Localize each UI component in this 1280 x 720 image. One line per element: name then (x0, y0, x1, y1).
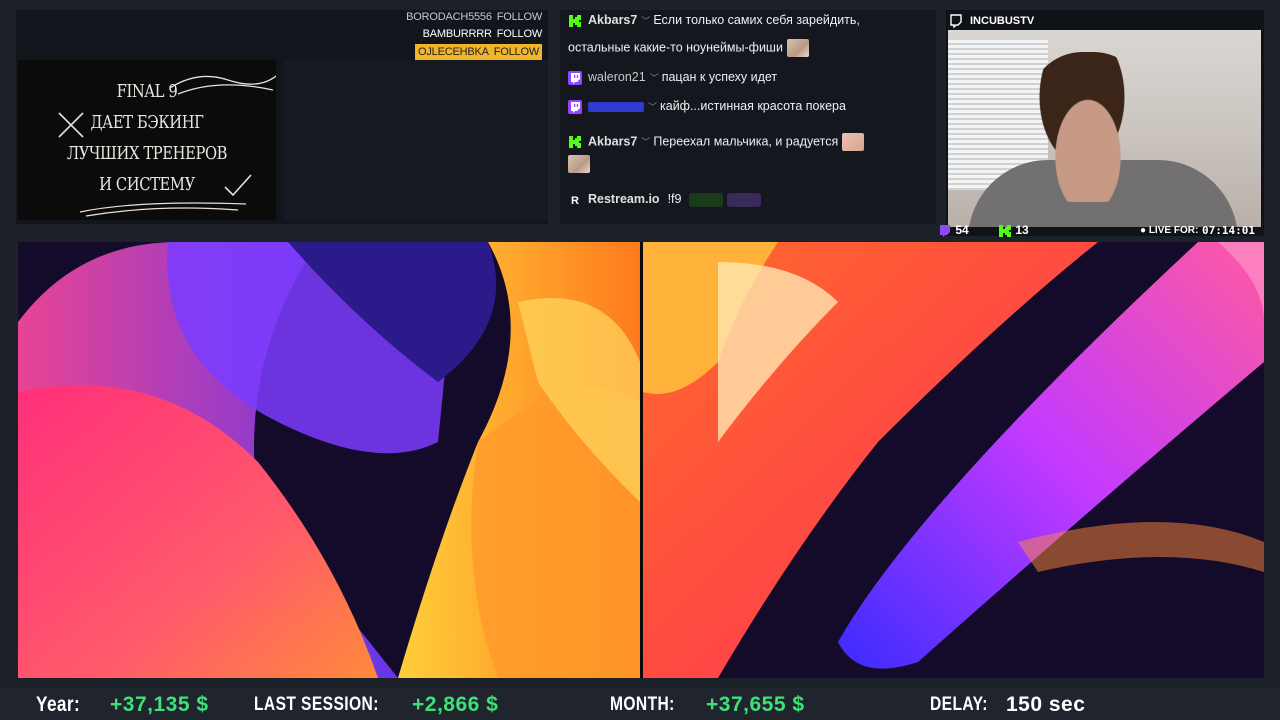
main-scene-artwork (18, 242, 1264, 678)
viewer-stats: 54 13 ● LIVE FOR: 07:14:01 (940, 223, 1264, 242)
kick-link-icon (688, 192, 723, 207)
stats-bar: Year: +37,135 $ LAST SESSION: +2,866 $ M… (0, 688, 1280, 720)
empty-overlay-box (284, 60, 548, 220)
month-label: MONTH: (610, 694, 675, 715)
chat-message: ﹀ кайф...истинная красота покера (568, 98, 846, 116)
promo-line: И СИСТЕМУ (99, 174, 195, 195)
chat-message: R Restream.io !f9 (568, 191, 761, 208)
twitch-link-icon (726, 192, 761, 207)
follower-row: BORODACH5556 FOLLOW (406, 11, 542, 23)
chat-message-emote (568, 155, 590, 173)
underline-scribble (79, 202, 247, 217)
year-label: Year: (36, 693, 81, 716)
person-head (1028, 52, 1148, 202)
recent-followers: BORODACH5556 FOLLOW BAMBURRRR FOLLOW OJLEC… (406, 9, 542, 61)
follower-row-highlighted: OJLECEHBKA FOLLOW (415, 44, 542, 61)
webcam-panel: INCUBUSTV 54 13 ● LIVE FOR: 07:14:01 (940, 10, 1264, 237)
svg-text:R: R (571, 195, 579, 207)
twitch-icon (568, 70, 582, 85)
promo-line: ЛУЧШИХ ТРЕНЕРОВ (66, 143, 228, 164)
chat-message-continued: остальные какие-то ноунеймы-фиши (568, 39, 809, 57)
kick-icon (569, 14, 581, 27)
session-value: +2,866 $ (412, 693, 499, 716)
chat-message: waleron21 ﹀ пацан к успеху идет (568, 69, 777, 87)
chat-panel: Akbars7 ﹀ Если только самих себя зарейдить… (560, 10, 936, 224)
chat-message: Akbars7 ﹀ Если только самих себя зарейдить… (568, 12, 860, 30)
restream-icon: R (571, 195, 579, 207)
promo-line: FINAL 9 (116, 81, 178, 102)
twitch-icon (940, 224, 950, 237)
kick-icon (999, 224, 1011, 237)
kick-icon (569, 136, 581, 148)
delay-label: DELAY: (930, 694, 988, 715)
cat-emote (786, 39, 809, 57)
delay-value: 150 sec (1006, 693, 1086, 716)
webcam-feed (948, 30, 1261, 227)
promo-banner: FINAL 9 ДАЕТ БЭКИНГ ЛУЧШИХ ТРЕНЕРОВ И СИ… (18, 60, 276, 220)
promo-line: ДАЕТ БЭКИНГ (90, 112, 204, 133)
split-divider (640, 242, 643, 678)
twitch-icon (568, 99, 582, 114)
year-value: +37,135 $ (110, 693, 209, 716)
follower-row: BAMBURRRR FOLLOW (422, 27, 543, 40)
cat-emote (568, 155, 590, 173)
promo-text: FINAL 9 ДАЕТ БЭКИНГ ЛУЧШИХ ТРЕНЕРОВ И СИ… (41, 76, 253, 200)
session-label: LAST SESSION: (254, 694, 379, 715)
chat-message: Akbars7 ﹀ Переехал мальчика, и радуется (568, 133, 865, 151)
twitch-viewers: 54 (938, 223, 969, 238)
username-hidden (588, 101, 644, 112)
month-value: +37,655 $ (706, 693, 805, 716)
twitch-icon (950, 14, 962, 28)
live-label: ● LIVE FOR: (1140, 225, 1199, 236)
face-emote (842, 133, 865, 151)
live-time: 07:14:01 (1202, 224, 1255, 237)
checkmark-icon (224, 174, 252, 197)
channel-name: INCUBUSTV (970, 15, 1035, 27)
kick-viewers: 13 (998, 223, 1029, 238)
